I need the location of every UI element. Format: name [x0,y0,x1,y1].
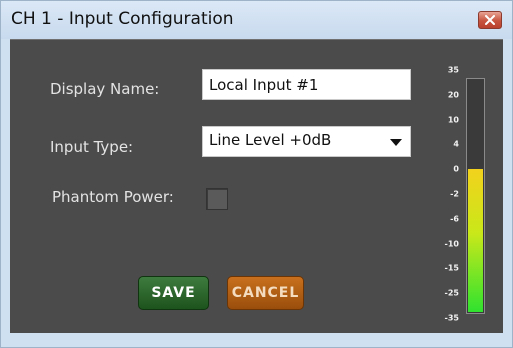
input-type-value: Line Level +0dB [209,131,332,149]
input-configuration-window: CH 1 - Input Configuration Display Name:… [0,0,513,348]
phantom-power-checkbox[interactable] [206,188,228,210]
chevron-down-icon [390,139,402,146]
window-title: CH 1 - Input Configuration [11,9,234,29]
input-type-select[interactable]: Line Level +0dB [202,126,411,157]
close-icon [485,15,495,25]
title-bar[interactable]: CH 1 - Input Configuration [1,1,512,39]
config-panel: Display Name: Input Type: Line Level +0d… [10,39,503,333]
level-meter-fill [468,168,483,312]
phantom-power-label: Phantom Power: [52,188,174,206]
cancel-button[interactable]: CANCEL [227,276,304,310]
level-meter-scale: 35 20 10 4 0 -2 -6 -10 -15 -25 -35 [435,66,463,323]
meter-tick-label: 35 [447,65,459,75]
display-name-input[interactable] [203,70,410,99]
level-meter [466,78,485,314]
meter-tick-label: -2 [450,189,459,199]
meter-tick-label: -10 [444,239,459,249]
meter-tick-label: -15 [444,263,459,273]
meter-tick-label: -35 [444,313,459,323]
meter-tick-label: -6 [450,214,459,224]
input-type-label: Input Type: [50,138,134,156]
display-name-field[interactable] [202,69,411,100]
meter-tick-label: 10 [447,115,459,125]
save-button[interactable]: SAVE [138,276,209,310]
close-button[interactable] [478,11,502,29]
meter-tick-label: 4 [453,139,459,149]
meter-tick-label: -25 [444,288,459,298]
meter-tick-label: 20 [447,90,459,100]
meter-tick-label: 0 [453,164,459,174]
display-name-label: Display Name: [50,80,160,98]
